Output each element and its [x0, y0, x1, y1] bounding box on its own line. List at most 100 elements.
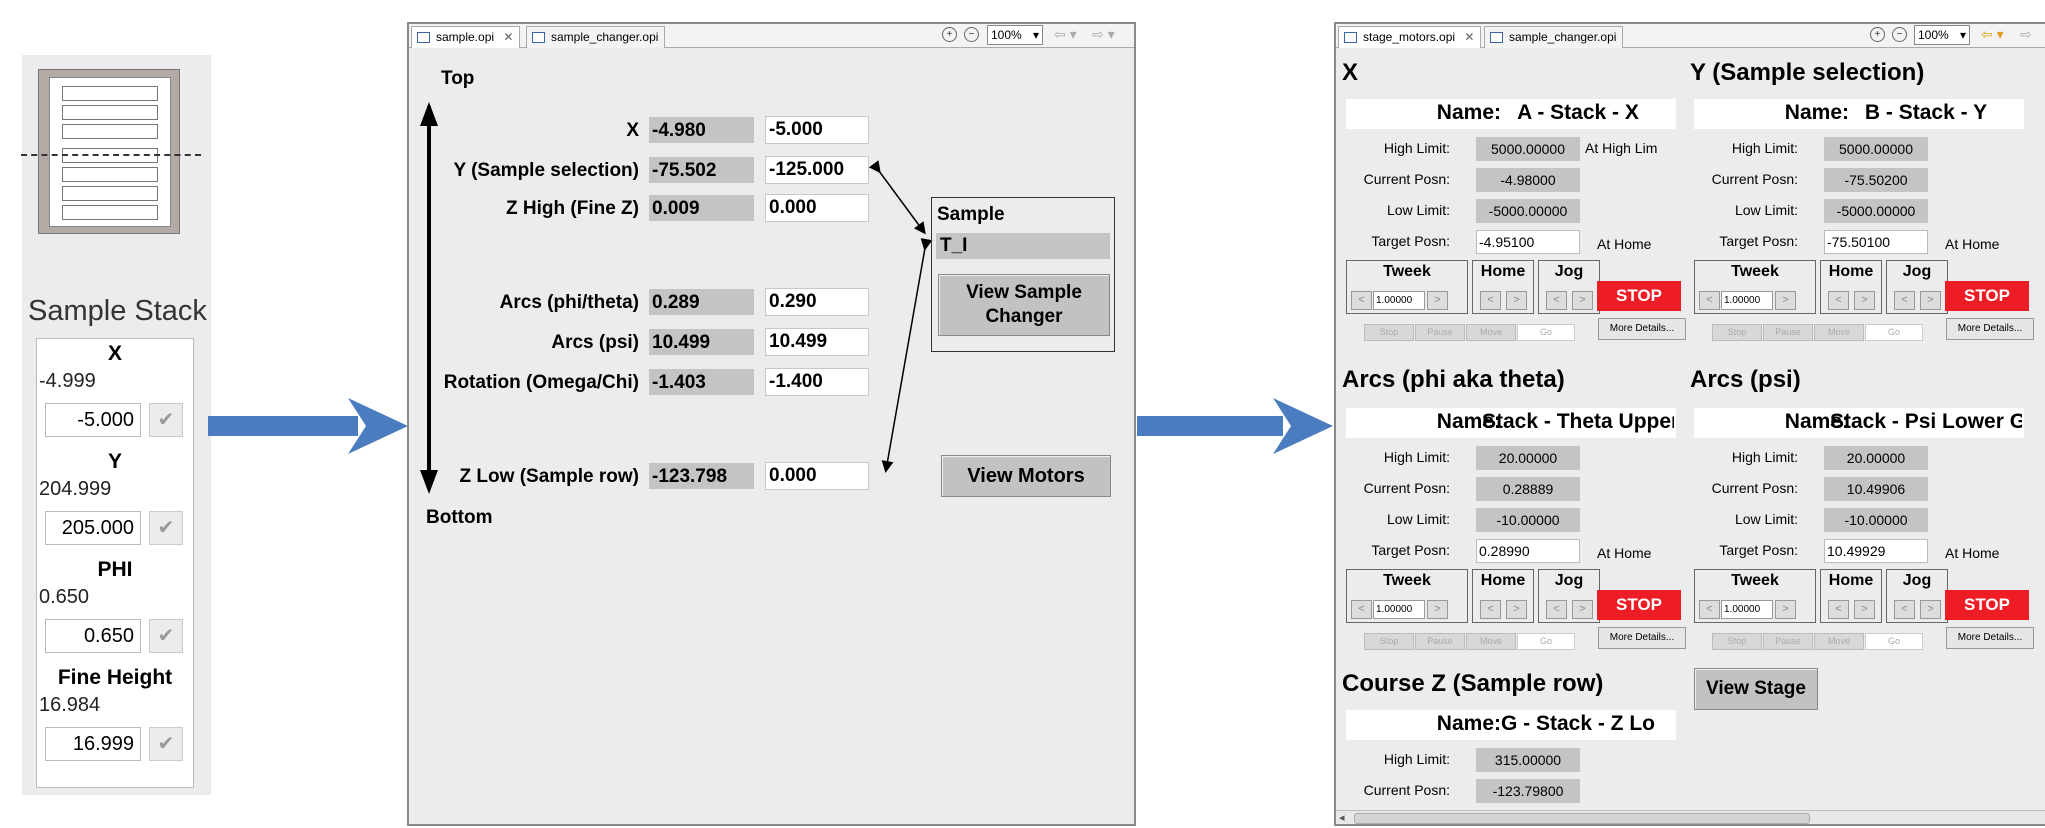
setpoint-input-phi[interactable]: 0.650 — [45, 619, 141, 653]
tab-sample-changer-opi[interactable]: sample_changer.opi — [1484, 26, 1624, 48]
more-details-button[interactable]: More Details... — [1598, 318, 1686, 340]
sample-value: T_I — [936, 233, 1110, 259]
readback-y: -75.502 — [649, 157, 754, 183]
target-posn-label: Target Posn: — [1371, 542, 1450, 558]
sample-stack-image — [21, 69, 201, 234]
chevron-right-icon[interactable]: > — [1775, 291, 1796, 310]
setpoint-input-x[interactable]: -5.000 — [45, 403, 141, 437]
chevron-right-icon[interactable]: > — [1775, 600, 1796, 619]
back-icon[interactable]: ⇦ ▾ — [1981, 26, 2004, 43]
more-details-button[interactable]: More Details... — [1946, 318, 2034, 340]
home-reverse-button[interactable]: < — [1480, 600, 1501, 619]
setpoint-input-z-low[interactable]: 0.000 — [765, 462, 869, 490]
stop-button[interactable]: STOP — [1597, 590, 1681, 620]
more-details-button[interactable]: More Details... — [1598, 627, 1686, 649]
setpoint-input-arcs-phi[interactable]: 0.290 — [765, 288, 869, 316]
motor-name-box: Name: A - Stack - X — [1346, 99, 1676, 129]
stop-small-button[interactable]: Stop — [1364, 633, 1414, 650]
go-small-button[interactable]: Go — [1865, 633, 1923, 650]
go-small-button[interactable]: Go — [1517, 324, 1575, 341]
chevron-left-icon[interactable]: < — [1351, 291, 1372, 310]
motor-name: Stack - Theta Upper G — [1482, 410, 1674, 433]
home-group: Home < > — [1820, 569, 1882, 623]
scrollbar-thumb[interactable] — [1354, 813, 1810, 824]
tweek-input[interactable]: 1.00000 — [1373, 291, 1425, 310]
view-sample-changer-button[interactable]: View Sample Changer — [938, 274, 1110, 336]
jog-reverse-button[interactable]: < — [1894, 291, 1915, 310]
check-icon[interactable]: ✔ — [149, 511, 183, 545]
chevron-right-icon[interactable]: > — [1427, 291, 1448, 310]
setpoint-input-y[interactable]: 205.000 — [45, 511, 141, 545]
setpoint-input-y[interactable]: -125.000 — [765, 156, 869, 184]
forward-icon[interactable]: ⇨ — [2020, 26, 2032, 43]
target-posn-input[interactable]: 10.49929 — [1824, 539, 1928, 563]
chevron-right-icon[interactable]: > — [1427, 600, 1448, 619]
zoom-in-icon[interactable]: + — [1870, 27, 1885, 42]
stop-small-button[interactable]: Stop — [1712, 324, 1762, 341]
tweek-input[interactable]: 1.00000 — [1373, 600, 1425, 619]
setpoint-input-arcs-psi[interactable]: 10.499 — [765, 328, 869, 356]
move-small-button[interactable]: Move — [1814, 633, 1864, 650]
stop-button[interactable]: STOP — [1597, 281, 1681, 311]
scroll-left-icon[interactable]: ◂ — [1339, 811, 1345, 824]
tweek-input[interactable]: 1.00000 — [1721, 600, 1773, 619]
check-icon[interactable]: ✔ — [149, 727, 183, 761]
go-small-button[interactable]: Go — [1517, 633, 1575, 650]
zoom-out-icon[interactable]: − — [1892, 27, 1907, 42]
horizontal-scrollbar[interactable]: ◂ — [1336, 810, 2045, 824]
setpoint-input-x[interactable]: -5.000 — [765, 116, 869, 144]
jog-forward-button[interactable]: > — [1920, 291, 1941, 310]
chevron-left-icon[interactable]: < — [1699, 291, 1720, 310]
sample-stack-panel: Sample Stack X -4.999 -5.000 ✔ Y 204.999… — [21, 55, 211, 795]
target-posn-input[interactable]: 0.28990 — [1476, 539, 1580, 563]
go-small-button[interactable]: Go — [1865, 324, 1923, 341]
stop-small-button[interactable]: Stop — [1364, 324, 1414, 341]
more-details-button[interactable]: More Details... — [1946, 627, 2034, 649]
pause-small-button[interactable]: Pause — [1763, 324, 1813, 341]
tweek-input[interactable]: 1.00000 — [1721, 291, 1773, 310]
jog-reverse-button[interactable]: < — [1894, 600, 1915, 619]
stop-button[interactable]: STOP — [1945, 281, 2029, 311]
move-small-button[interactable]: Move — [1466, 633, 1516, 650]
pause-small-button[interactable]: Pause — [1415, 324, 1465, 341]
jog-group: Jog < > — [1538, 260, 1600, 314]
jog-forward-button[interactable]: > — [1572, 291, 1593, 310]
target-posn-input[interactable]: -75.50100 — [1824, 230, 1928, 254]
tab-stage-motors-opi[interactable]: stage_motors.opi ✕ — [1338, 26, 1482, 48]
zoom-select[interactable]: 100% ▾ — [1914, 25, 1970, 45]
low-limit-label: Low Limit: — [1734, 511, 1798, 527]
home-forward-button[interactable]: > — [1506, 291, 1527, 310]
pause-small-button[interactable]: Pause — [1763, 633, 1813, 650]
stop-button[interactable]: STOP — [1945, 590, 2029, 620]
home-forward-button[interactable]: > — [1854, 291, 1875, 310]
jog-forward-button[interactable]: > — [1572, 600, 1593, 619]
jog-reverse-button[interactable]: < — [1546, 291, 1567, 310]
view-stage-button[interactable]: View Stage — [1694, 668, 1818, 710]
jog-forward-button[interactable]: > — [1920, 600, 1941, 619]
view-motors-button[interactable]: View Motors — [941, 455, 1111, 497]
close-icon[interactable]: ✕ — [1464, 30, 1474, 44]
readback-x: -4.999 — [39, 370, 96, 392]
chevron-left-icon[interactable]: < — [1351, 600, 1372, 619]
check-icon[interactable]: ✔ — [149, 619, 183, 653]
move-small-button[interactable]: Move — [1466, 324, 1516, 341]
stop-small-button[interactable]: Stop — [1712, 633, 1762, 650]
pause-small-button[interactable]: Pause — [1415, 633, 1465, 650]
setpoint-input-rotation[interactable]: -1.400 — [765, 368, 869, 396]
setpoint-input-z-high[interactable]: 0.000 — [765, 194, 869, 222]
target-posn-input[interactable]: -4.95100 — [1476, 230, 1580, 254]
home-reverse-button[interactable]: < — [1828, 600, 1849, 619]
chevron-left-icon[interactable]: < — [1699, 600, 1720, 619]
home-forward-button[interactable]: > — [1854, 600, 1875, 619]
move-small-button[interactable]: Move — [1814, 324, 1864, 341]
check-icon[interactable]: ✔ — [149, 403, 183, 437]
low-limit-label: Low Limit: — [1386, 511, 1450, 527]
readback-fine-height: 16.984 — [39, 694, 101, 716]
setpoint-input-fine-height[interactable]: 16.999 — [45, 727, 141, 761]
jog-reverse-button[interactable]: < — [1546, 600, 1567, 619]
current-posn-value: -75.50200 — [1824, 168, 1928, 192]
home-forward-button[interactable]: > — [1506, 600, 1527, 619]
home-reverse-button[interactable]: < — [1828, 291, 1849, 310]
stage-motors-window: stage_motors.opi ✕ sample_changer.opi + … — [1334, 22, 2045, 826]
home-reverse-button[interactable]: < — [1480, 291, 1501, 310]
